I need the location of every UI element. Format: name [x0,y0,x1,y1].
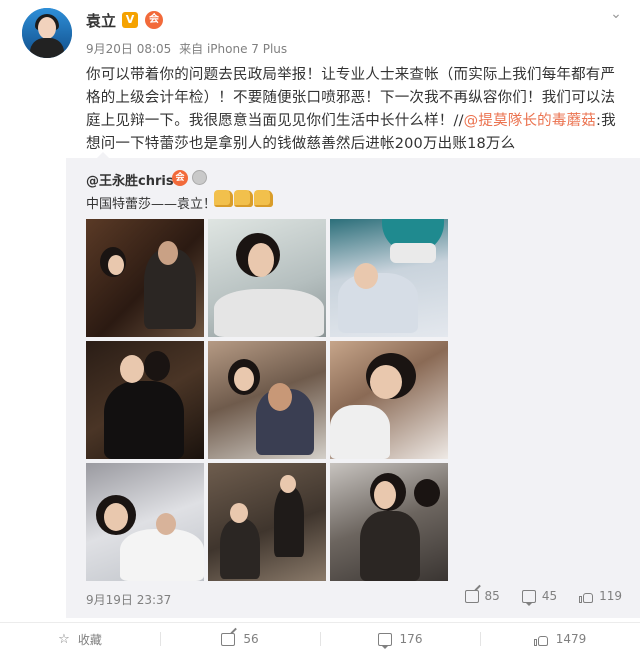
photo-thumbnail[interactable] [86,219,204,337]
avatar-face [38,17,56,39]
verified-v-icon: V [122,12,138,28]
photo-thumbnail[interactable] [208,463,326,581]
photo-thumbnail[interactable] [330,463,448,581]
photo-thumbnail[interactable] [208,219,326,337]
post-meta: 9月20日 08:05 来自 iPhone 7 Plus [86,40,291,57]
repost-comment-count: 45 [541,589,558,603]
photo-thumbnail[interactable] [208,341,326,459]
repost-actions: 85 45 119 [464,589,622,606]
username[interactable]: 袁立 [86,10,116,31]
share-icon [464,589,479,603]
comment-button[interactable]: 176 [320,623,480,655]
image-grid [86,219,448,581]
share-button[interactable]: 56 [160,623,320,655]
chevron-down-icon[interactable]: ⌄ [606,4,626,24]
like-button[interactable]: 1479 [480,623,640,655]
like-icon [579,590,594,603]
share-count: 56 [243,632,259,646]
action-bar: ☆ 收藏 56 176 1479 [0,622,640,655]
post-source: 来自 iPhone 7 Plus [179,42,288,56]
favorite-label: 收藏 [77,632,102,647]
repost-like-button[interactable]: 119 [579,589,622,603]
medal-icon[interactable] [192,170,207,185]
comment-icon [521,589,536,606]
mention-link[interactable]: @提莫隊长的毒蘑菇 [464,113,596,129]
star-icon: ☆ [58,631,70,647]
photo-thumbnail[interactable] [330,219,448,337]
avatar-body [30,38,64,58]
repost-text: 中国特蕾莎——袁立！ [86,197,217,212]
favorite-button[interactable]: ☆ 收藏 [0,623,160,655]
repost-share-count: 85 [484,589,500,603]
thumbs-up-icon [254,190,273,207]
post-text: 你可以带着你的问题去民政局举报！让专业人士来查帐（而实际上我们每年都有严格的上级… [86,64,622,156]
thumbs-up-icon [234,190,253,207]
comment-count: 176 [399,632,423,646]
like-icon [533,633,548,646]
post-time[interactable]: 9月20日 08:05 [86,42,171,56]
repost-comment-button[interactable]: 45 [521,589,558,606]
photo-thumbnail[interactable] [86,463,204,581]
thumbs-up-emoji-group [214,190,273,207]
weibo-post: 袁立 V 会 9月20日 08:05 来自 iPhone 7 Plus ⌄ 你可… [0,0,640,654]
photo-thumbnail[interactable] [330,341,448,459]
avatar[interactable] [22,8,72,58]
comment-icon [377,632,392,649]
vip-member-icon[interactable]: 会 [172,170,188,186]
repost-share-button[interactable]: 85 [464,589,500,603]
repost-like-count: 119 [599,589,622,603]
thumbs-up-icon [214,190,233,207]
repost-time[interactable]: 9月19日 23:37 [86,591,171,608]
vip-member-icon[interactable]: 会 [145,11,163,29]
repost-username[interactable]: @王永胜chris [86,170,174,189]
photo-thumbnail[interactable] [86,341,204,459]
like-count: 1479 [555,632,587,646]
share-icon [221,632,236,646]
